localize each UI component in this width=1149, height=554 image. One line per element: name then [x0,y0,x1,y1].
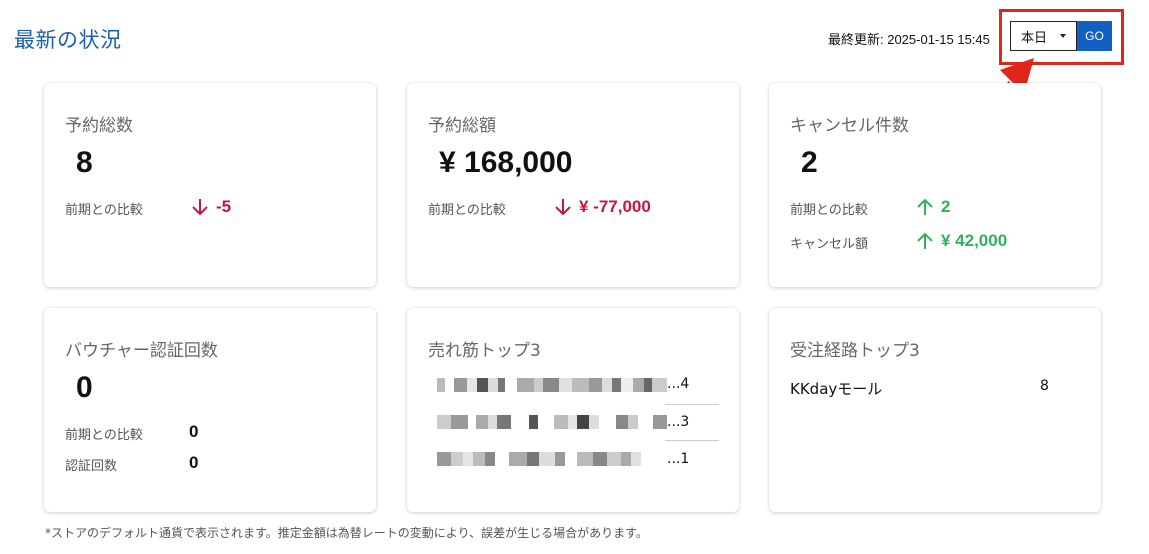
footnote: *ストアのデフォルト通貨で表示されます。推定金額は為替レートの変動により、誤差が… [45,526,648,540]
card-title: バウチャー認証回数 [65,341,218,361]
dashboard-page: 最新の状況 最終更新: 2025-01-15 15:45 本日 GO 予約総数 … [0,0,1149,554]
compare-label: 前期との比較 [65,203,143,218]
redacted-product-name [437,415,667,429]
redacted-product-name [437,452,667,466]
caret-down-icon [1060,34,1066,38]
compare-label: 前期との比較 [65,428,143,443]
card-amount: 予約総額 ¥ 168,000 前期との比較 ¥ -77,000 [407,83,739,287]
page-title: 最新の状況 [14,28,122,52]
card-vouchers: バウチャー認証回数 0 前期との比較 0 認証回数 0 [44,308,376,512]
compare-delta: ¥ -77,000 [555,197,651,217]
card-title: キャンセル件数 [790,116,909,136]
arrow-up-icon [917,232,933,249]
auth-label: 認証回数 [65,459,118,474]
card-title: 売れ筋トップ3 [428,341,541,361]
amount-value: ¥ 168,000 [439,146,573,179]
cancellations-value: 2 [801,146,818,179]
card-cancellations: キャンセル件数 2 前期との比較 2 キャンセル額 ¥ 42,000 [769,83,1101,287]
cancel-amount-value: ¥ 42,000 [941,231,1008,250]
card-best-sellers: 売れ筋トップ3 ...4 ...3 ...1 [407,308,739,512]
auth-value: 0 [189,453,199,472]
rank-3-count: ...1 [667,451,690,467]
cancel-amount-label: キャンセル額 [790,237,869,252]
compare-label: 前期との比較 [790,203,868,218]
compare-delta: 2 [917,197,950,217]
compare-value: 0 [189,422,199,441]
redacted-product-name [437,378,667,392]
last-updated-text: 最終更新: 2025-01-15 15:45 [828,32,990,47]
card-title: 予約総額 [428,116,496,136]
card-title: 予約総数 [65,116,133,136]
channel-name: KKdayモール [790,380,883,398]
arrow-down-icon [555,199,571,216]
compare-value: ¥ -77,000 [579,197,651,216]
reservations-value: 8 [76,146,93,179]
period-select-value: 本日 [1021,30,1048,46]
arrow-up-icon [917,198,933,215]
card-title: 受注経路トップ3 [790,341,920,361]
vouchers-value: 0 [76,371,93,404]
rank-2-count: ...3 [667,414,690,430]
compare-label: 前期との比較 [428,203,506,218]
go-button[interactable]: GO [1077,21,1112,51]
divider [665,404,719,405]
card-channels: 受注経路トップ3 KKdayモール 8 [769,308,1101,512]
compare-delta: -5 [192,197,231,217]
arrow-down-icon [192,199,208,216]
channel-count: 8 [1040,378,1049,394]
compare-value: -5 [216,197,232,216]
compare-value: 2 [941,197,951,216]
rank-1-count: ...4 [667,376,690,392]
period-select[interactable]: 本日 [1010,21,1077,51]
divider [665,440,719,441]
cancel-amount-delta: ¥ 42,000 [917,231,1007,251]
card-reservations: 予約総数 8 前期との比較 -5 [44,83,376,287]
